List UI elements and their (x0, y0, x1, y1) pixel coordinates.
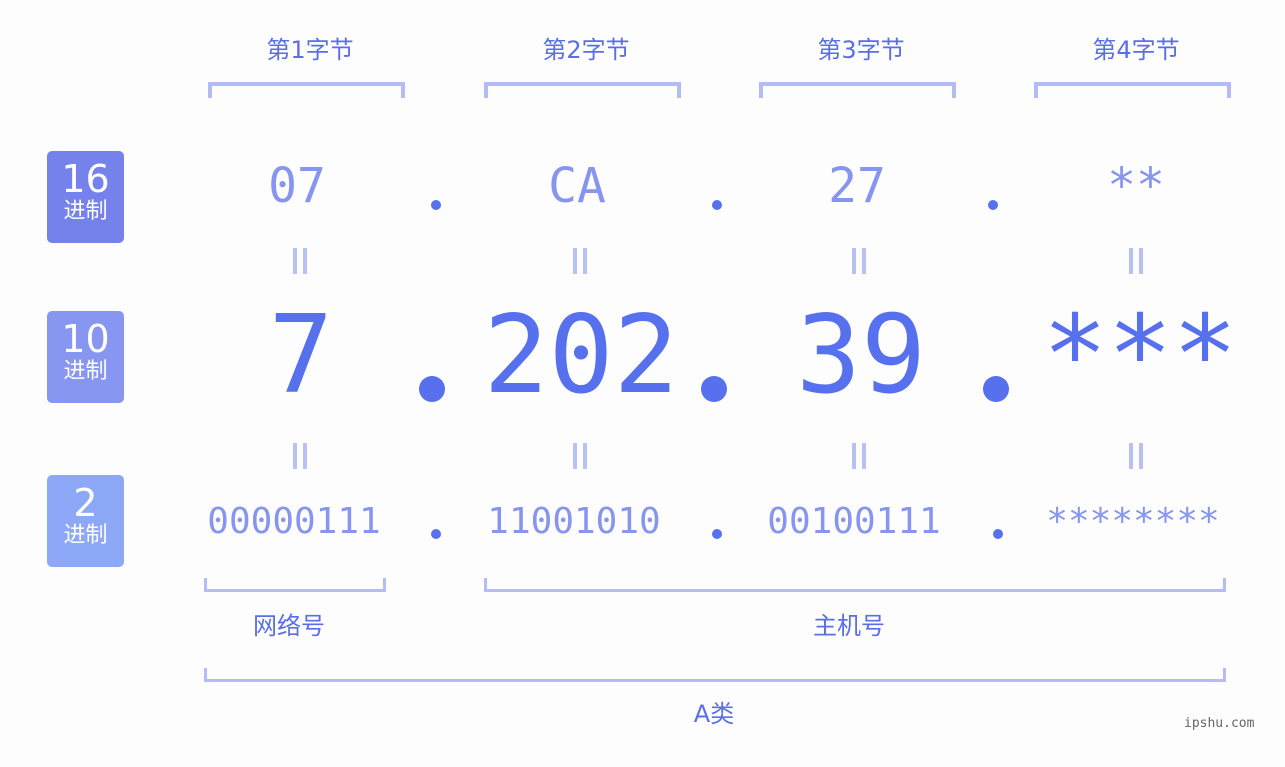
equals-icon (571, 443, 589, 469)
hex-separator-dot (988, 200, 998, 210)
byte-bracket-1 (208, 82, 405, 98)
byte-bracket-2 (484, 82, 681, 98)
binary-byte-1: 00000111 (207, 501, 381, 542)
decimal-separator-dot (983, 376, 1009, 402)
watermark: ipshu.com (1184, 716, 1255, 731)
badge-decimal-unit: 进制 (63, 359, 108, 384)
hex-separator-dot (431, 200, 441, 210)
binary-byte-3: 00100111 (767, 501, 941, 542)
byte-bracket-4 (1034, 82, 1231, 98)
byte-header-3: 第3字节 (817, 36, 905, 64)
binary-byte-2: 11001010 (487, 501, 661, 542)
binary-separator-dot (712, 529, 722, 539)
badge-decimal-number: 10 (61, 317, 110, 361)
decimal-byte-1: 7 (268, 293, 334, 418)
hex-byte-1: 07 (268, 158, 326, 214)
equals-icon (571, 248, 589, 274)
badge-binary-number: 2 (73, 481, 98, 525)
host-label: 主机号 (813, 612, 885, 640)
equals-icon (1127, 248, 1145, 274)
class-bracket (204, 668, 1226, 682)
badge-decimal: 10 进制 (47, 311, 124, 403)
decimal-separator-dot (419, 376, 445, 402)
byte-header-4: 第4字节 (1092, 36, 1180, 64)
network-bracket (204, 578, 386, 592)
badge-hex: 16 进制 (47, 151, 124, 243)
byte-header-1: 第1字节 (266, 36, 354, 64)
equals-icon (291, 248, 309, 274)
network-label: 网络号 (253, 612, 325, 640)
hex-byte-2: CA (548, 158, 606, 214)
decimal-byte-2: 202 (483, 293, 679, 418)
badge-hex-number: 16 (61, 157, 110, 201)
binary-separator-dot (431, 529, 441, 539)
host-bracket (484, 578, 1226, 592)
binary-separator-dot (993, 529, 1003, 539)
equals-icon (1127, 443, 1145, 469)
binary-byte-4: ******** (1046, 501, 1220, 542)
hex-separator-dot (712, 200, 722, 210)
decimal-byte-3: 39 (795, 293, 927, 418)
decimal-byte-4: *** (1042, 293, 1238, 418)
equals-icon (291, 443, 309, 469)
byte-bracket-3 (759, 82, 956, 98)
class-label: A类 (693, 700, 735, 728)
byte-header-2: 第2字节 (542, 36, 630, 64)
hex-byte-3: 27 (828, 158, 886, 214)
badge-binary-unit: 进制 (63, 523, 108, 548)
hex-byte-4: ** (1107, 158, 1165, 214)
decimal-separator-dot (701, 376, 727, 402)
badge-binary: 2 进制 (47, 475, 124, 567)
equals-icon (850, 248, 868, 274)
badge-hex-unit: 进制 (63, 199, 108, 224)
equals-icon (850, 443, 868, 469)
